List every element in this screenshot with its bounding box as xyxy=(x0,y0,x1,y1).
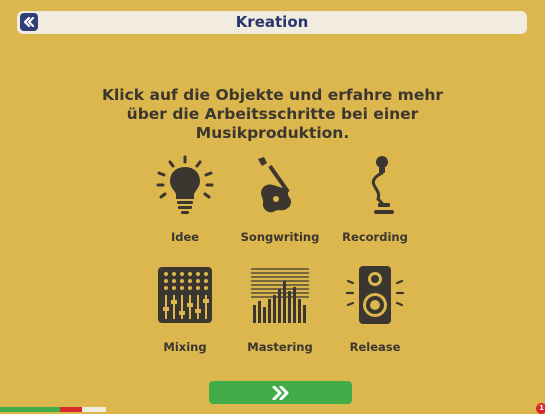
guitar-icon xyxy=(258,157,292,213)
object-mastering[interactable]: Mastering xyxy=(225,265,335,361)
mixing-console-icon xyxy=(158,267,212,323)
speaker-icon xyxy=(345,266,405,324)
title-bar: Kreation xyxy=(17,11,527,34)
progress-segment xyxy=(82,407,106,412)
object-mixing[interactable]: Mixing xyxy=(130,265,240,361)
progress-segment xyxy=(0,407,60,412)
double-chevron-right-icon xyxy=(272,385,288,400)
microphone-icon xyxy=(371,156,394,214)
object-label: Release xyxy=(349,340,401,354)
object-label: Idee xyxy=(170,230,200,244)
next-button[interactable] xyxy=(209,381,352,404)
object-release[interactable]: Release xyxy=(320,265,430,361)
object-recording[interactable]: Recording xyxy=(320,155,430,251)
object-label: Mixing xyxy=(163,340,207,354)
progress-strip xyxy=(0,407,545,412)
object-label: Recording xyxy=(342,230,408,244)
object-idee[interactable]: Idee xyxy=(130,155,240,251)
progress-segment xyxy=(60,407,82,412)
equalizer-icon xyxy=(251,268,309,323)
object-label: Songwriting xyxy=(240,230,320,244)
lightbulb-icon xyxy=(156,155,214,214)
object-songwriting[interactable]: Songwriting xyxy=(225,155,335,251)
object-label: Mastering xyxy=(247,340,313,354)
notification-badge[interactable]: 1 xyxy=(536,403,545,414)
page-title: Kreation xyxy=(235,13,309,31)
intro-text: Klick auf die Objekte und erfahre mehr ü… xyxy=(101,86,444,142)
